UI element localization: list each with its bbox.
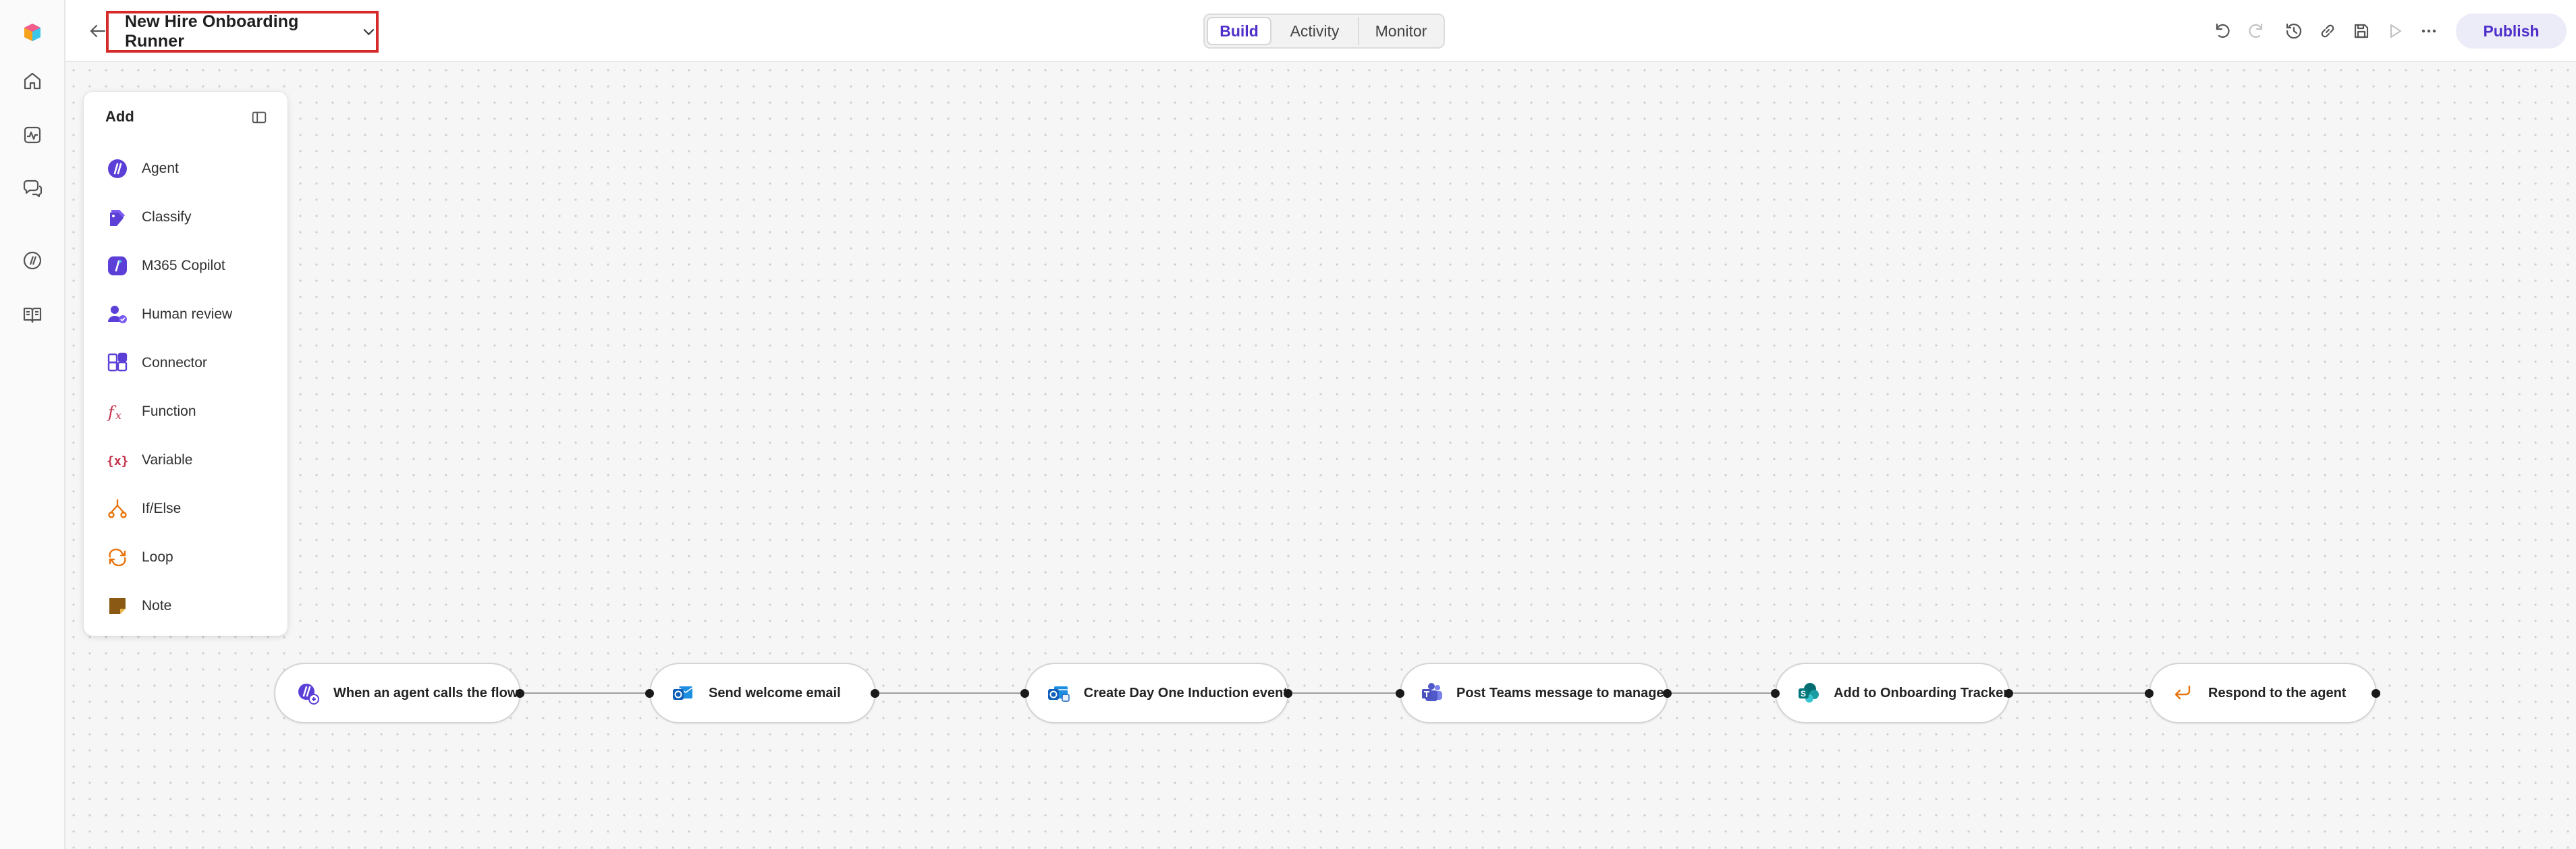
connector-line — [875, 692, 1026, 694]
home-icon[interactable] — [15, 63, 50, 99]
flow-title: New Hire Onboarding Runner — [125, 12, 299, 51]
copilot-icon — [104, 252, 131, 279]
arrow-left-icon — [90, 24, 106, 38]
connector-line — [1667, 692, 1775, 694]
add-panel: Add Agent Classify M365 Copilot Human re… — [84, 92, 287, 636]
view-tabs: Build Activity Monitor — [1203, 13, 1445, 49]
flow-node-trigger[interactable]: When an agent calls the flow — [274, 663, 521, 723]
agent-icon[interactable] — [15, 243, 50, 278]
flow-canvas[interactable] — [65, 62, 2576, 849]
connector-line — [1288, 692, 1401, 694]
tab-monitor[interactable]: Monitor — [1359, 17, 1443, 45]
classify-icon — [104, 204, 131, 231]
chat-icon[interactable] — [15, 171, 50, 207]
function-icon: fx — [104, 398, 131, 425]
loop-icon — [104, 544, 131, 571]
svg-text:x: x — [115, 409, 121, 422]
respond-icon — [2169, 680, 2196, 707]
add-item-if-else[interactable]: If/Else — [94, 489, 277, 529]
add-item-connector[interactable]: Connector — [94, 343, 277, 383]
add-item-loop[interactable]: Loop — [94, 537, 277, 578]
connector-icon — [104, 350, 131, 377]
add-item-variable[interactable]: {x} Variable — [94, 440, 277, 481]
flow-node-send-welcome-email[interactable]: Send welcome email — [649, 663, 876, 723]
activity-icon[interactable] — [15, 117, 50, 153]
node-input-port[interactable] — [1771, 689, 1780, 698]
node-input-port[interactable] — [2145, 689, 2154, 698]
human-review-icon — [104, 301, 131, 328]
left-rail — [0, 0, 65, 849]
app-logo-icon[interactable] — [15, 15, 50, 50]
flow-node-add-to-tracker[interactable]: S Add to Onboarding Tracker — [1775, 663, 2010, 723]
add-item-function[interactable]: fx Function — [94, 391, 277, 432]
teams-icon — [1420, 680, 1444, 707]
save-icon[interactable] — [2348, 18, 2375, 45]
history-icon[interactable] — [2280, 18, 2307, 45]
branch-icon — [104, 495, 131, 522]
add-panel-title: Add — [105, 108, 134, 125]
panel-collapse-icon[interactable] — [246, 104, 273, 131]
node-input-port[interactable] — [645, 689, 654, 698]
note-icon — [104, 593, 131, 620]
connector-line — [520, 692, 651, 694]
flow-title-dropdown[interactable]: New Hire Onboarding Runner — [106, 11, 379, 53]
agent-trigger-icon — [294, 680, 321, 707]
undo-icon[interactable] — [2209, 18, 2236, 45]
chevron-down-icon — [363, 29, 375, 36]
node-output-port[interactable] — [516, 689, 524, 698]
node-input-port[interactable] — [1020, 689, 1029, 698]
add-item-m365-copilot[interactable]: M365 Copilot — [94, 246, 277, 286]
node-output-port[interactable] — [2372, 689, 2380, 698]
redo-icon[interactable] — [2243, 18, 2270, 45]
flow-node-post-teams-message[interactable]: Post Teams message to manager — [1400, 663, 1669, 723]
add-item-classify[interactable]: Classify — [94, 197, 277, 238]
tab-build[interactable]: Build — [1207, 17, 1271, 45]
top-bar: New Hire Onboarding Runner Build Activit… — [65, 0, 2576, 62]
node-output-port[interactable] — [1663, 689, 1672, 698]
add-item-note[interactable]: Note — [94, 586, 277, 626]
publish-button[interactable]: Publish — [2456, 13, 2567, 49]
flow-node-create-induction-event[interactable]: Create Day One Induction event — [1024, 663, 1289, 723]
connector-line — [2008, 692, 2149, 694]
svg-text:{x}: {x} — [107, 454, 129, 468]
more-icon[interactable] — [2415, 18, 2442, 45]
add-item-agent[interactable]: Agent — [94, 148, 277, 189]
flow-node-respond-to-agent[interactable]: Respond to the agent — [2149, 663, 2377, 723]
outlook-icon — [669, 680, 696, 707]
play-icon[interactable] — [2382, 18, 2409, 45]
outlook-calendar-icon — [1045, 680, 1072, 707]
link-icon[interactable] — [2314, 18, 2341, 45]
svg-text:S: S — [1801, 689, 1806, 699]
node-input-port[interactable] — [1396, 689, 1404, 698]
node-output-port[interactable] — [1284, 689, 1292, 698]
add-item-human-review[interactable]: Human review — [94, 294, 277, 335]
node-output-port[interactable] — [2004, 689, 2013, 698]
agent-icon — [104, 155, 131, 182]
node-output-port[interactable] — [871, 689, 879, 698]
library-icon[interactable] — [15, 297, 50, 332]
sharepoint-icon: S — [1795, 680, 1821, 707]
tab-activity[interactable]: Activity — [1271, 17, 1359, 45]
variable-icon: {x} — [104, 447, 131, 474]
